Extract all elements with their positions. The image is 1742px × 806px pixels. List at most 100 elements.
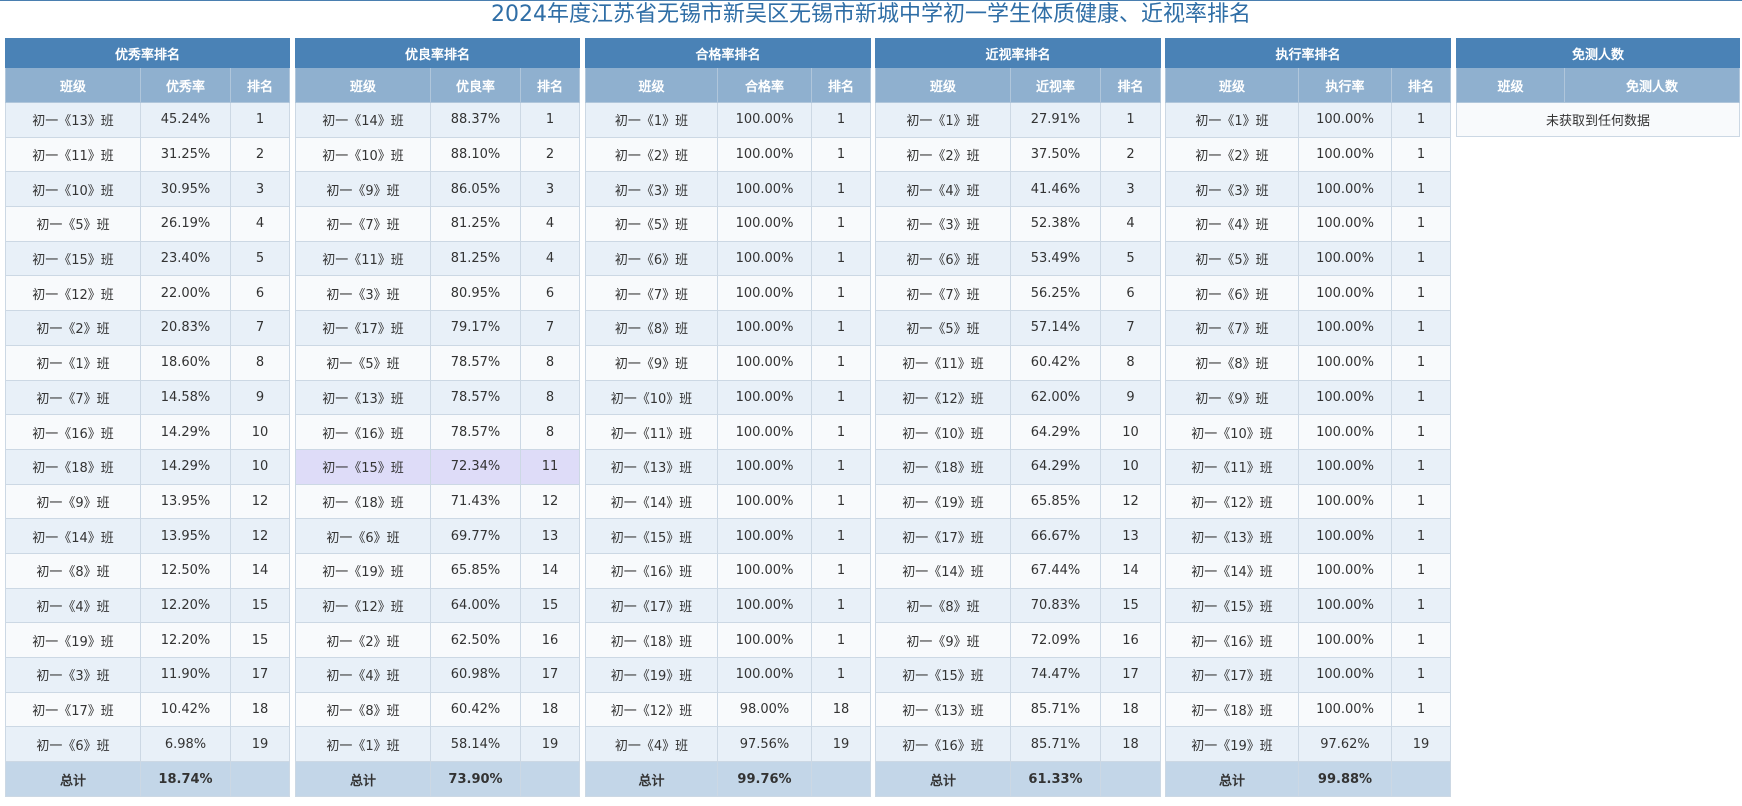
col-rate[interactable]: 合格率 (717, 67, 812, 103)
table-row[interactable]: 初一《12》班 100.00% 1 (1165, 483, 1452, 520)
table-row[interactable]: 初一《13》班 78.57% 8 (295, 379, 581, 416)
table-row[interactable]: 初一《5》班 26.19% 4 (5, 206, 291, 242)
table-row[interactable]: 初一《13》班 85.71% 18 (875, 691, 1162, 728)
table-row[interactable]: 初一《9》班 86.05% 3 (295, 171, 581, 208)
table-row[interactable]: 初一《1》班 27.91% 1 (875, 102, 1162, 138)
table-row[interactable]: 初一《17》班 66.67% 13 (875, 518, 1162, 554)
table-row[interactable]: 初一《18》班 64.29% 10 (875, 448, 1162, 485)
table-row[interactable]: 初一《12》班 64.00% 15 (295, 587, 581, 624)
table-row[interactable]: 初一《14》班 67.44% 14 (875, 552, 1162, 589)
table-row[interactable]: 初一《6》班 53.49% 5 (875, 240, 1162, 277)
table-row[interactable]: 初一《17》班 100.00% 1 (1165, 657, 1452, 693)
table-row[interactable]: 初一《12》班 62.00% 9 (875, 379, 1162, 416)
table-row[interactable]: 初一《5》班 100.00% 1 (1165, 240, 1452, 277)
table-row[interactable]: 初一《7》班 14.58% 9 (5, 379, 291, 416)
table-row[interactable]: 初一《10》班 64.29% 10 (875, 414, 1162, 450)
table-row[interactable]: 初一《7》班 56.25% 6 (875, 275, 1162, 312)
table-row[interactable]: 初一《8》班 70.83% 15 (875, 587, 1162, 624)
table-row[interactable]: 初一《19》班 65.85% 14 (295, 552, 581, 589)
table-row[interactable]: 初一《6》班 69.77% 13 (295, 518, 581, 554)
col-class[interactable]: 班级 (875, 67, 1011, 103)
table-row[interactable]: 初一《9》班 100.00% 1 (585, 344, 872, 381)
table-row[interactable]: 初一《16》班 78.57% 8 (295, 414, 581, 450)
table-row[interactable]: 初一《11》班 100.00% 1 (1165, 448, 1452, 485)
table-row[interactable]: 初一《6》班 100.00% 1 (1165, 275, 1452, 312)
table-row[interactable]: 初一《16》班 14.29% 10 (5, 414, 291, 450)
table-row[interactable]: 初一《6》班 100.00% 1 (585, 240, 872, 277)
table-row[interactable]: 初一《4》班 97.56% 19 (585, 726, 872, 763)
table-row[interactable]: 初一《14》班 100.00% 1 (585, 483, 872, 520)
col-rank[interactable]: 排名 (1390, 67, 1452, 103)
col-rank[interactable]: 排名 (519, 67, 581, 103)
col-rank[interactable]: 排名 (1099, 67, 1162, 103)
table-row[interactable]: 初一《17》班 79.17% 7 (295, 310, 581, 346)
table-row[interactable]: 初一《2》班 100.00% 1 (585, 136, 872, 173)
table-row[interactable]: 初一《16》班 100.00% 1 (1165, 622, 1452, 658)
table-row[interactable]: 初一《13》班 100.00% 1 (585, 448, 872, 485)
table-row[interactable]: 初一《15》班 74.47% 17 (875, 657, 1162, 693)
table-row[interactable]: 初一《18》班 100.00% 1 (585, 622, 872, 658)
table-row[interactable]: 初一《3》班 80.95% 6 (295, 275, 581, 312)
table-row[interactable]: 初一《18》班 14.29% 10 (5, 448, 291, 485)
table-row[interactable]: 初一《17》班 10.42% 18 (5, 691, 291, 728)
table-row[interactable]: 初一《6》班 6.98% 19 (5, 726, 291, 763)
table-row[interactable]: 初一《8》班 12.50% 14 (5, 552, 291, 589)
table-row[interactable]: 初一《18》班 100.00% 1 (1165, 691, 1452, 728)
table-row[interactable]: 初一《17》班 100.00% 1 (585, 587, 872, 624)
table-row[interactable]: 初一《3》班 100.00% 1 (585, 171, 872, 208)
table-row[interactable]: 初一《9》班 13.95% 12 (5, 483, 291, 520)
col-rate[interactable]: 近视率 (1010, 67, 1101, 103)
col-class[interactable]: 班级 (5, 67, 141, 103)
table-row[interactable]: 初一《11》班 100.00% 1 (585, 414, 872, 450)
table-row[interactable]: 初一《11》班 31.25% 2 (5, 136, 291, 173)
col-rank[interactable]: 排名 (810, 67, 872, 103)
col-class[interactable]: 班级 (295, 67, 431, 103)
table-row[interactable]: 初一《4》班 60.98% 17 (295, 657, 581, 693)
table-row[interactable]: 初一《12》班 98.00% 18 (585, 691, 872, 728)
table-row[interactable]: 初一《16》班 100.00% 1 (585, 552, 872, 589)
table-row[interactable]: 初一《5》班 57.14% 7 (875, 310, 1162, 346)
table-row[interactable]: 初一《19》班 12.20% 15 (5, 622, 291, 658)
table-row[interactable]: 初一《1》班 100.00% 1 (585, 102, 872, 138)
table-row[interactable]: 初一《10》班 30.95% 3 (5, 171, 291, 208)
col-rate[interactable]: 优良率 (430, 67, 521, 103)
table-row[interactable]: 初一《10》班 100.00% 1 (585, 379, 872, 416)
table-row[interactable]: 初一《5》班 78.57% 8 (295, 344, 581, 381)
col-class[interactable]: 班级 (585, 67, 718, 103)
table-row[interactable]: 初一《2》班 37.50% 2 (875, 136, 1162, 173)
table-row[interactable]: 初一《10》班 100.00% 1 (1165, 414, 1452, 450)
col-exempt-count[interactable]: 免测人数 (1563, 67, 1741, 103)
table-row[interactable]: 初一《15》班 100.00% 1 (1165, 587, 1452, 624)
table-row[interactable]: 初一《1》班 58.14% 19 (295, 726, 581, 763)
table-row[interactable]: 初一《14》班 13.95% 12 (5, 518, 291, 554)
table-row[interactable]: 初一《3》班 52.38% 4 (875, 206, 1162, 242)
table-row[interactable]: 初一《13》班 100.00% 1 (1165, 518, 1452, 554)
table-row[interactable]: 初一《15》班 100.00% 1 (585, 518, 872, 554)
table-row[interactable]: 初一《9》班 72.09% 16 (875, 622, 1162, 658)
table-row[interactable]: 初一《3》班 100.00% 1 (1165, 171, 1452, 208)
table-row[interactable]: 初一《2》班 62.50% 16 (295, 622, 581, 658)
table-row[interactable]: 初一《4》班 100.00% 1 (1165, 206, 1452, 242)
table-row[interactable]: 初一《5》班 100.00% 1 (585, 206, 872, 242)
table-row[interactable]: 初一《3》班 11.90% 17 (5, 657, 291, 693)
table-row[interactable]: 初一《8》班 100.00% 1 (585, 310, 872, 346)
col-rate[interactable]: 执行率 (1298, 67, 1392, 103)
table-row[interactable]: 初一《14》班 100.00% 1 (1165, 552, 1452, 589)
table-row[interactable]: 初一《2》班 20.83% 7 (5, 310, 291, 346)
table-row[interactable]: 初一《12》班 22.00% 6 (5, 275, 291, 312)
table-row[interactable]: 初一《15》班 23.40% 5 (5, 240, 291, 277)
table-row[interactable]: 初一《15》班 72.34% 11 (295, 448, 581, 485)
col-rank[interactable]: 排名 (229, 67, 291, 103)
table-row[interactable]: 初一《1》班 18.60% 8 (5, 344, 291, 381)
table-row[interactable]: 初一《7》班 81.25% 4 (295, 206, 581, 242)
table-row[interactable]: 初一《9》班 100.00% 1 (1165, 379, 1452, 416)
table-row[interactable]: 初一《18》班 71.43% 12 (295, 483, 581, 520)
table-row[interactable]: 初一《19》班 65.85% 12 (875, 483, 1162, 520)
table-row[interactable]: 初一《19》班 97.62% 19 (1165, 726, 1452, 763)
table-row[interactable]: 初一《8》班 100.00% 1 (1165, 344, 1452, 381)
table-row[interactable]: 初一《7》班 100.00% 1 (1165, 310, 1452, 346)
col-class[interactable]: 班级 (1456, 67, 1565, 103)
table-row[interactable]: 初一《11》班 60.42% 8 (875, 344, 1162, 381)
table-row[interactable]: 初一《2》班 100.00% 1 (1165, 136, 1452, 173)
table-row[interactable]: 初一《14》班 88.37% 1 (295, 102, 581, 138)
